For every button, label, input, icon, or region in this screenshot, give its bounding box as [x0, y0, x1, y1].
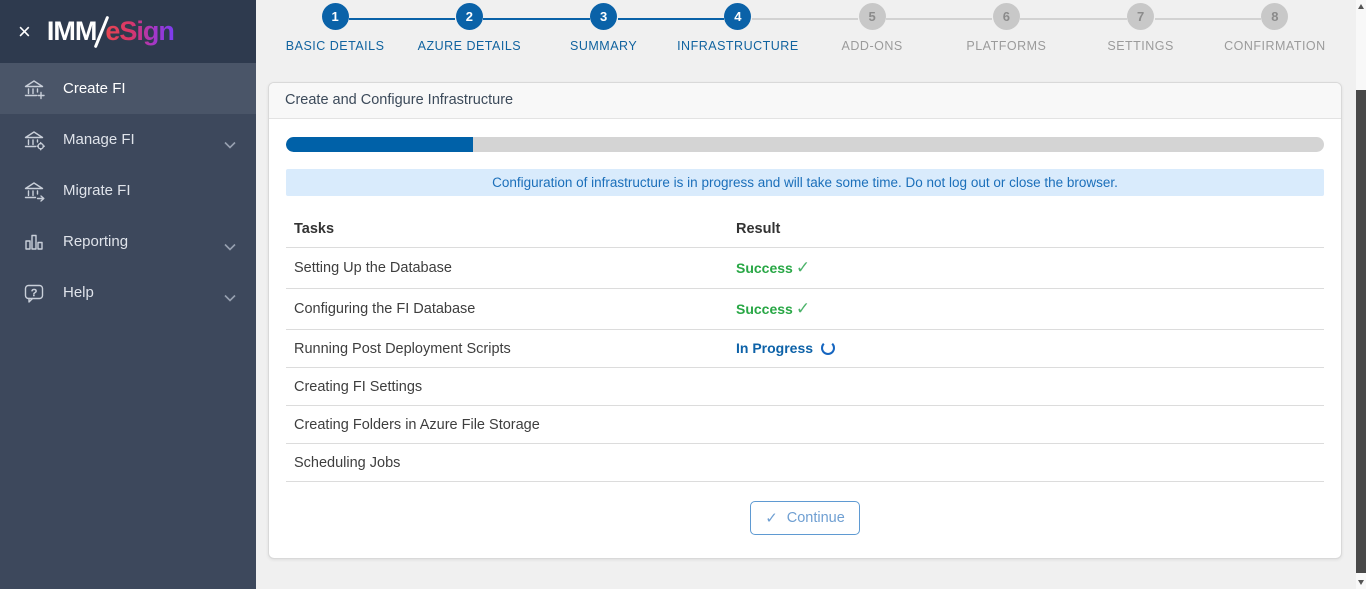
- sidebar-item-create-fi[interactable]: Create FI: [0, 63, 256, 114]
- step-summary[interactable]: 3 SUMMARY: [537, 3, 671, 62]
- spinner-icon: [821, 341, 835, 355]
- step-platforms[interactable]: 6 PLATFORMS: [939, 3, 1073, 62]
- card-body: Configuration of infrastructure is in pr…: [269, 119, 1341, 535]
- sidebar-item-label: Create FI: [63, 80, 236, 97]
- card-title: Create and Configure Infrastructure: [269, 83, 1341, 119]
- info-alert: Configuration of infrastructure is in pr…: [286, 169, 1324, 196]
- scrollbar-thumb[interactable]: [1356, 90, 1366, 573]
- table-header-row: Tasks Result: [286, 211, 1324, 248]
- chevron-down-icon: [224, 238, 236, 246]
- step-confirmation[interactable]: 8 CONFIRMATION: [1208, 3, 1342, 62]
- step-settings[interactable]: 7 SETTINGS: [1074, 3, 1208, 62]
- sidebar-item-label: Migrate FI: [63, 182, 236, 199]
- progress-bar: [286, 137, 1324, 152]
- step-azure-details[interactable]: 2 AZURE DETAILS: [402, 3, 536, 62]
- sidebar-item-manage-fi[interactable]: Manage FI: [0, 114, 256, 165]
- step-label: INFRASTRUCTURE: [671, 39, 805, 53]
- table-row: Running Post Deployment Scripts In Progr…: [286, 330, 1324, 368]
- result-empty: [728, 368, 1324, 406]
- table-row: Setting Up the Database Success✓: [286, 248, 1324, 289]
- step-label: SUMMARY: [537, 39, 671, 53]
- step-infrastructure[interactable]: 4 INFRASTRUCTURE: [671, 3, 805, 62]
- table-row: Creating Folders in Azure File Storage: [286, 406, 1324, 444]
- step-label: BASIC DETAILS: [268, 39, 402, 53]
- continue-button-label: Continue: [787, 510, 845, 526]
- button-row: ✓ Continue: [286, 501, 1324, 535]
- step-add-ons[interactable]: 5 ADD-ONS: [805, 3, 939, 62]
- progress-bar-fill: [286, 137, 473, 152]
- sidebar-item-help[interactable]: ? Help: [0, 267, 256, 318]
- step-number: 1: [322, 3, 349, 30]
- result-success-label: Success: [736, 260, 793, 276]
- task-name: Configuring the FI Database: [286, 289, 728, 330]
- close-icon[interactable]: ×: [18, 21, 31, 43]
- chevron-down-icon: [224, 289, 236, 297]
- check-icon: ✓: [796, 258, 810, 277]
- bank-plus-icon: [22, 77, 46, 101]
- wizard-stepper: 1 BASIC DETAILS 2 AZURE DETAILS 3 SUMMAR…: [268, 0, 1342, 62]
- result-empty: [728, 444, 1324, 482]
- step-number: 8: [1261, 3, 1288, 30]
- infrastructure-card: Create and Configure Infrastructure Conf…: [268, 82, 1342, 559]
- result-empty: [728, 406, 1324, 444]
- vertical-scrollbar[interactable]: [1356, 0, 1366, 589]
- table-row: Configuring the FI Database Success✓: [286, 289, 1324, 330]
- sidebar-item-label: Reporting: [63, 233, 224, 250]
- column-header-tasks: Tasks: [286, 211, 728, 248]
- task-name: Creating Folders in Azure File Storage: [286, 406, 728, 444]
- result-in-progress-label: In Progress: [736, 340, 813, 356]
- check-icon: ✓: [765, 509, 778, 527]
- step-number: 4: [724, 3, 751, 30]
- bank-gear-icon: [22, 128, 46, 152]
- bar-chart-icon: [22, 230, 46, 254]
- sidebar-logo-bar: × IMM eSign: [0, 0, 256, 63]
- table-row: Scheduling Jobs: [286, 444, 1324, 482]
- step-label: CONFIRMATION: [1208, 39, 1342, 53]
- continue-button[interactable]: ✓ Continue: [750, 501, 860, 535]
- bank-arrow-icon: [22, 179, 46, 203]
- scroll-up-arrow-icon[interactable]: [1358, 4, 1364, 9]
- step-basic-details[interactable]: 1 BASIC DETAILS: [268, 3, 402, 62]
- task-name: Running Post Deployment Scripts: [286, 330, 728, 368]
- app-logo: IMM eSign: [47, 15, 174, 49]
- task-name: Scheduling Jobs: [286, 444, 728, 482]
- chevron-down-icon: [224, 136, 236, 144]
- step-label: SETTINGS: [1074, 39, 1208, 53]
- step-number: 7: [1127, 3, 1154, 30]
- step-label: AZURE DETAILS: [402, 39, 536, 53]
- check-icon: ✓: [796, 299, 810, 318]
- help-bubble-icon: ?: [22, 281, 46, 305]
- sidebar-item-label: Help: [63, 284, 224, 301]
- table-row: Creating FI Settings: [286, 368, 1324, 406]
- step-label: PLATFORMS: [939, 39, 1073, 53]
- step-number: 3: [590, 3, 617, 30]
- main-content: 1 BASIC DETAILS 2 AZURE DETAILS 3 SUMMAR…: [256, 0, 1356, 589]
- tasks-table: Tasks Result Setting Up the Database Suc…: [286, 211, 1324, 482]
- task-name: Creating FI Settings: [286, 368, 728, 406]
- logo-imm-text: IMM: [47, 16, 96, 47]
- sidebar-item-label: Manage FI: [63, 131, 224, 148]
- sidebar-item-migrate-fi[interactable]: Migrate FI: [0, 165, 256, 216]
- sidebar-item-reporting[interactable]: Reporting: [0, 216, 256, 267]
- sidebar: × IMM eSign Create FI Manage FI Migrate …: [0, 0, 256, 589]
- column-header-result: Result: [728, 211, 1324, 248]
- step-number: 5: [859, 3, 886, 30]
- step-label: ADD-ONS: [805, 39, 939, 53]
- result-success-label: Success: [736, 301, 793, 317]
- svg-text:?: ?: [31, 286, 37, 298]
- task-name: Setting Up the Database: [286, 248, 728, 289]
- step-number: 6: [993, 3, 1020, 30]
- step-number: 2: [456, 3, 483, 30]
- logo-esign-text: eSign: [105, 16, 174, 47]
- scroll-down-arrow-icon[interactable]: [1358, 580, 1364, 585]
